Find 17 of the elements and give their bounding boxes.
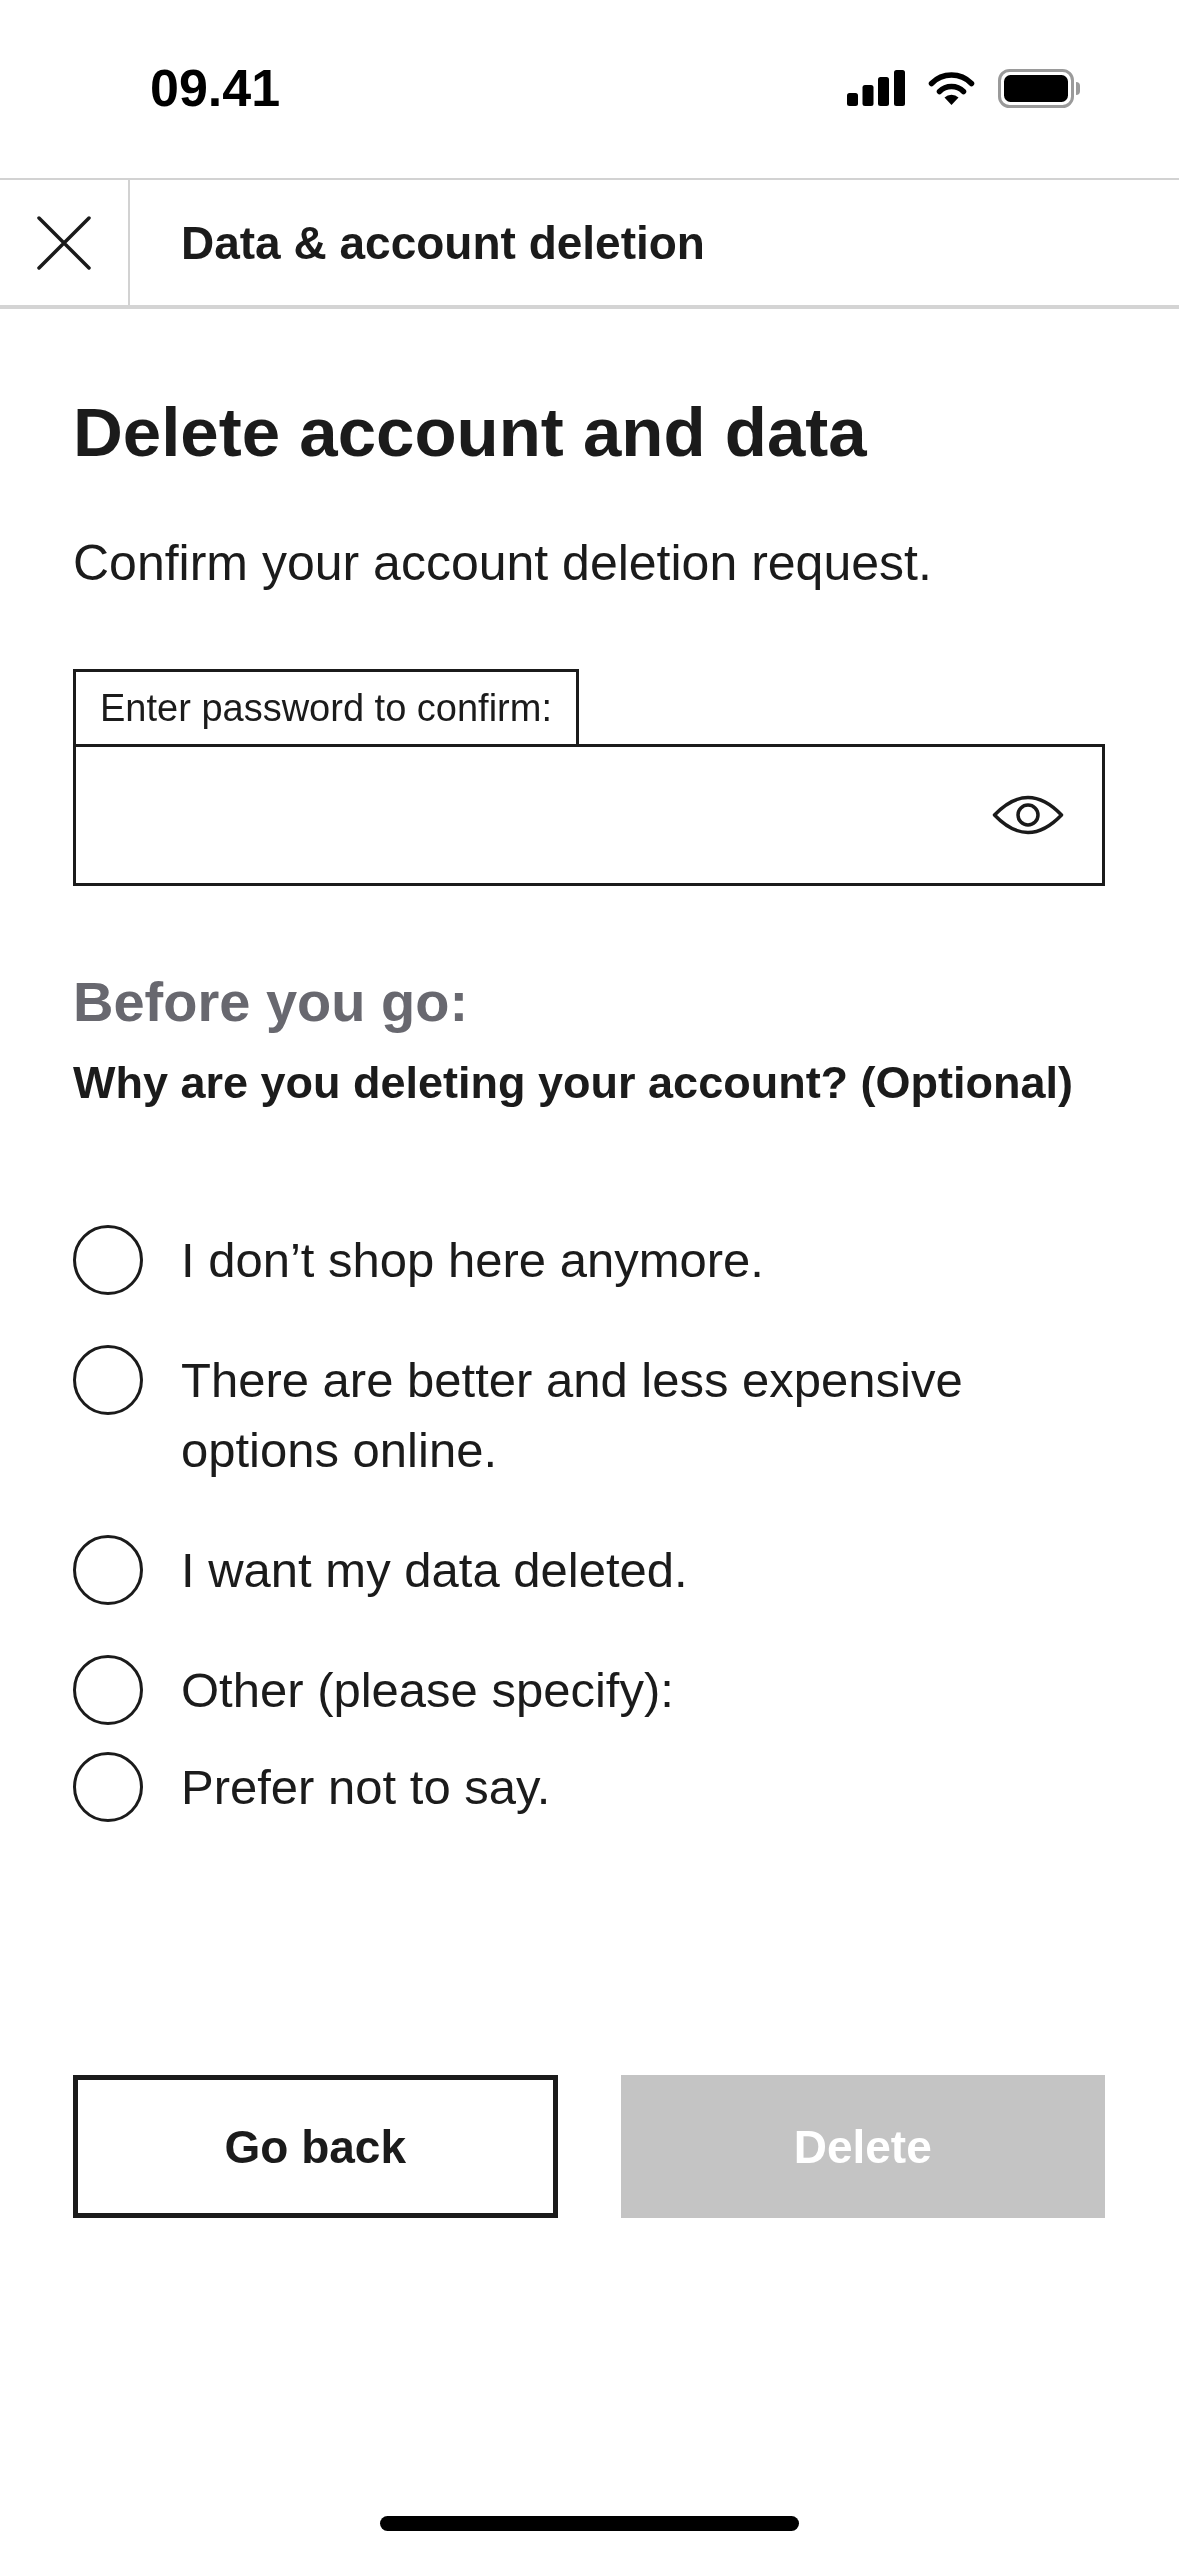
option-label[interactable]: There are better and less expensive options online. [181, 1345, 1105, 1485]
option-label[interactable]: I want my data deleted. [181, 1535, 688, 1605]
wifi-icon [926, 70, 977, 106]
option-label[interactable]: I don’t shop here anymore. [181, 1225, 764, 1295]
password-field[interactable] [73, 744, 1105, 886]
status-time: 09.41 [150, 62, 281, 114]
page-subtitle: Confirm your account deletion request. [73, 534, 932, 593]
battery-icon [998, 68, 1081, 108]
section-heading: Before you go: [73, 969, 469, 1035]
close-icon [37, 215, 91, 270]
header-title: Data & account deletion [180, 215, 705, 270]
page-title: Delete account and data [73, 393, 867, 473]
option-label[interactable]: Prefer not to say. [181, 1752, 551, 1822]
signal-icon [847, 70, 905, 106]
question-text: Why are you deleting your account? (Optional) [73, 1056, 1074, 1110]
go-back-button[interactable]: Go back [73, 2075, 558, 2218]
option-label[interactable]: Other (please specify): [181, 1655, 674, 1725]
